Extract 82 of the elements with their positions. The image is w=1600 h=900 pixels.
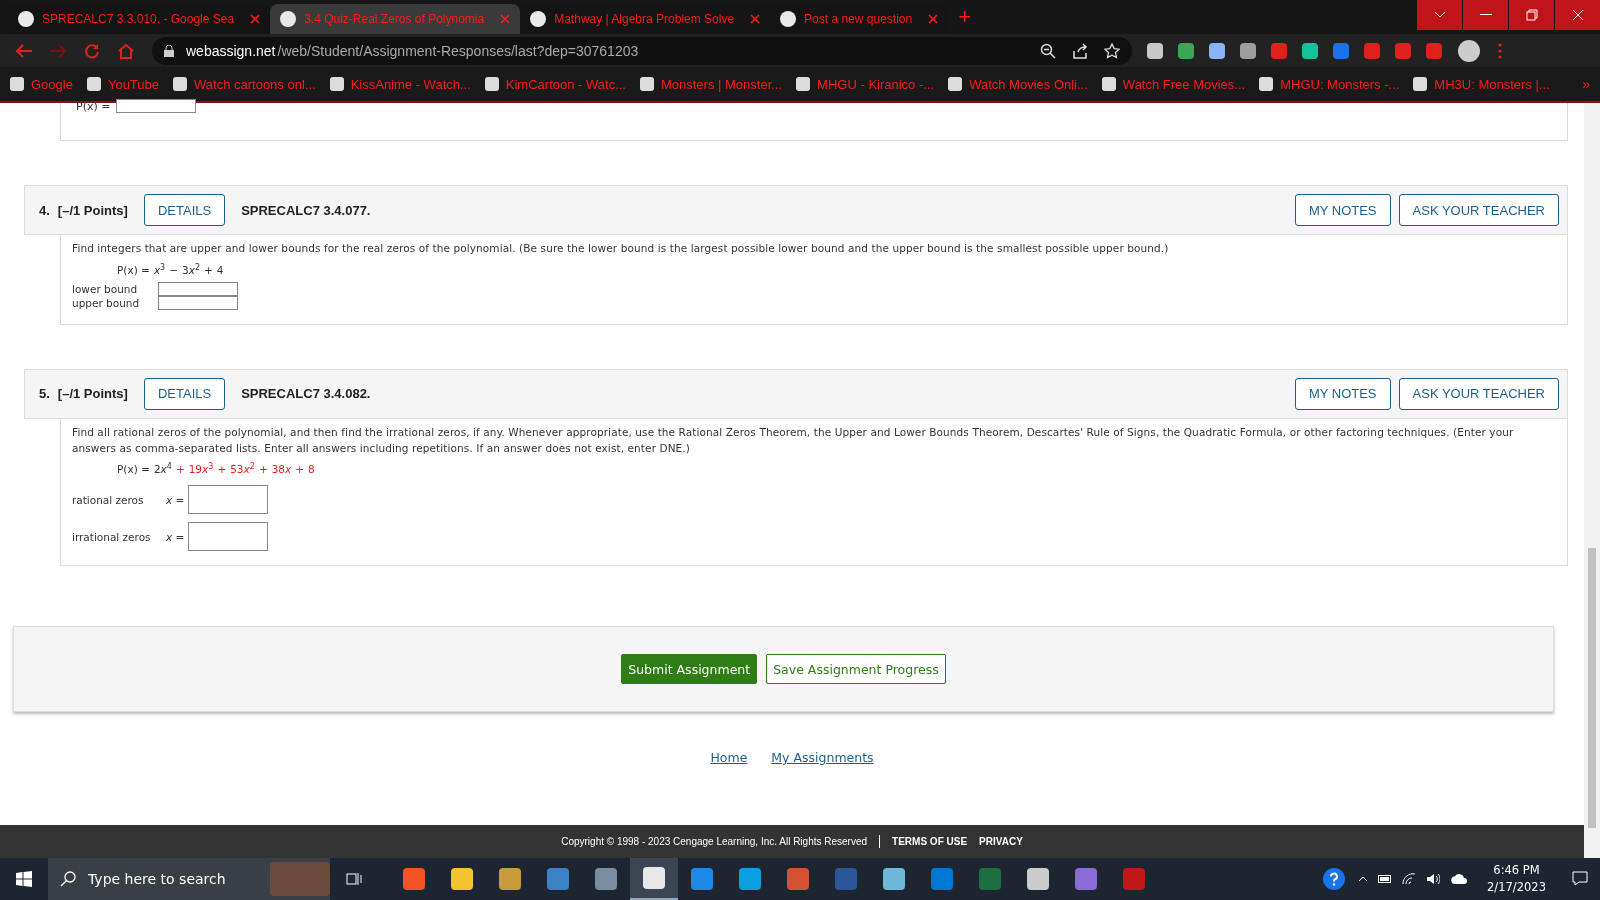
scrollbar[interactable] bbox=[1584, 103, 1600, 858]
my-notes-button[interactable]: MY NOTES bbox=[1294, 194, 1391, 226]
clock-date: 2/17/2023 bbox=[1487, 879, 1546, 896]
extension-icon[interactable] bbox=[1178, 42, 1194, 59]
footer-link[interactable]: My Assignments bbox=[771, 750, 874, 765]
cloud-icon bbox=[1450, 874, 1469, 884]
address-bar[interactable]: webassign.net/web/Student/Assignment-Responses/last?dep=30761203 bbox=[152, 36, 1132, 65]
answer-input[interactable] bbox=[116, 99, 197, 113]
bookmark-link[interactable]: Watch cartoons onl... bbox=[173, 76, 316, 92]
ask-teacher-button[interactable]: ASK YOUR TEACHER bbox=[1398, 194, 1559, 226]
answer-label: irrational zeros bbox=[72, 530, 152, 543]
search-icon bbox=[60, 871, 76, 887]
close-icon[interactable] bbox=[250, 14, 261, 24]
submit-button[interactable]: Submit Assignment bbox=[621, 654, 758, 684]
extension-icon[interactable] bbox=[1302, 42, 1318, 59]
bookmark-link[interactable]: Watch Movies Onli... bbox=[948, 76, 1088, 92]
details-button[interactable]: DETAILS bbox=[143, 194, 226, 226]
share-icon[interactable] bbox=[1072, 42, 1088, 59]
taskbar-search-field[interactable]: Type here to search bbox=[48, 858, 330, 900]
polynomial-formula: P(x) = 2x$^{4}$ + 19x$^{3}$ + 53x$^{2}$ + 38x + 8 bbox=[117, 461, 316, 475]
wifi-icon bbox=[1402, 873, 1417, 885]
formula-label: P(x) = bbox=[76, 99, 111, 113]
close-icon[interactable] bbox=[928, 14, 939, 24]
bookmark-link[interactable]: Watch Free Movies... bbox=[1101, 76, 1246, 92]
bookmark-link[interactable]: MHGU: Monsters -... bbox=[1259, 76, 1400, 92]
save-progress-button[interactable]: Save Assignment Progress bbox=[766, 654, 946, 684]
polynomial-formula: P(x) = x$^{3}$ − 3x$^{2}$ + 4 bbox=[117, 262, 225, 276]
variable-label: x = bbox=[166, 530, 186, 543]
new-tab-button[interactable]: + bbox=[948, 4, 981, 30]
points-label: [–/1 Points] bbox=[57, 202, 128, 218]
privacy-link[interactable]: PRIVACY bbox=[979, 836, 1023, 847]
details-button[interactable]: DETAILS bbox=[143, 377, 226, 410]
bookmark-link[interactable]: MH3U: Monsters |... bbox=[1413, 76, 1550, 92]
close-icon[interactable] bbox=[500, 14, 511, 24]
question-prompt: Find all rational zeros of the polynomial, and then find the irrational zeros, if any. Whenever appropriate, use the Rational Zeros Theorem, the Upper and Lower Bounds Theorem, Descartes' Rule of Signs, the Quadratic Formula, or other factoring techniques. (Enter your answers as comma-separated lists. Enter all answers including repetitions. If an answer does not exist, enter DNE.) bbox=[72, 424, 1515, 456]
extension-icon[interactable] bbox=[1147, 42, 1163, 59]
bookmark-link[interactable]: Monsters | Monster... bbox=[639, 76, 783, 92]
more-bookmarks-button[interactable]: » bbox=[1582, 76, 1590, 92]
favicon-icon bbox=[530, 11, 547, 27]
profile-avatar-icon[interactable] bbox=[1458, 39, 1480, 62]
ask-teacher-button[interactable]: ASK YOUR TEACHER bbox=[1398, 377, 1559, 410]
answer-input[interactable] bbox=[188, 522, 268, 551]
answer-input[interactable] bbox=[188, 485, 268, 514]
browser-tab[interactable]: 3.4 Quiz-Real Zeros of Polynomia bbox=[270, 4, 521, 34]
answer-label: lower bound bbox=[72, 282, 139, 295]
zoom-out-icon[interactable] bbox=[1040, 42, 1056, 59]
menu-icon[interactable] bbox=[1498, 42, 1502, 59]
tray-chevron-icon[interactable] bbox=[1358, 876, 1369, 882]
bookmark-link[interactable]: YouTube bbox=[86, 76, 159, 92]
favicon-icon bbox=[780, 11, 797, 27]
restore-icon[interactable] bbox=[1509, 0, 1554, 30]
problem-code: SPRECALC7 3.4.082. bbox=[241, 386, 371, 401]
answer-input[interactable] bbox=[158, 281, 238, 296]
taskbar-app-icon[interactable] bbox=[630, 858, 678, 900]
lock-icon bbox=[164, 44, 174, 57]
bookmark-link[interactable]: KissAnime - Watch... bbox=[329, 76, 471, 92]
taskbar-search-input[interactable]: Type here to search bbox=[86, 870, 260, 888]
favicon-icon bbox=[280, 11, 297, 27]
answer-label: upper bound bbox=[72, 296, 141, 309]
my-notes-button[interactable]: MY NOTES bbox=[1294, 377, 1391, 410]
speaker-icon bbox=[1426, 873, 1441, 885]
question-number: 5. bbox=[39, 386, 50, 401]
bookmark-link[interactable]: MHGU - Kiranico -... bbox=[796, 76, 935, 92]
favicon-icon bbox=[18, 11, 34, 27]
star-icon[interactable] bbox=[1104, 42, 1120, 59]
extension-icon[interactable] bbox=[1209, 42, 1225, 59]
extension-icon[interactable] bbox=[1240, 42, 1256, 59]
variable-label: x = bbox=[166, 493, 186, 506]
question-number: 4. bbox=[39, 202, 50, 218]
help-icon[interactable] bbox=[1323, 868, 1346, 890]
bookmark-link[interactable]: KimCartoon - Watc... bbox=[484, 76, 626, 92]
points-label: [–/1 Points] bbox=[57, 386, 128, 401]
clock-time: 6:46 PM bbox=[1493, 862, 1540, 879]
battery-icon bbox=[1378, 875, 1393, 883]
footer-link[interactable]: Home bbox=[710, 750, 748, 765]
bookmark-link[interactable]: Google bbox=[10, 76, 73, 92]
problem-code: SPRECALC7 3.4.077. bbox=[241, 202, 371, 218]
terms-link[interactable]: TERMS OF USE bbox=[892, 836, 968, 847]
question-prompt: Find integers that are upper and lower bounds for the real zeros of the polynomial. (Be sure the lower bound is the largest possible lower bound and the upper bound is the smallest possible upper bound.) bbox=[72, 241, 1170, 256]
answer-label: rational zeros bbox=[72, 493, 145, 506]
close-icon[interactable] bbox=[750, 14, 761, 24]
copyright-text: Copyright © 1998 - 2023 Cengage Learning, Inc. All Rights Reserved bbox=[561, 836, 868, 847]
